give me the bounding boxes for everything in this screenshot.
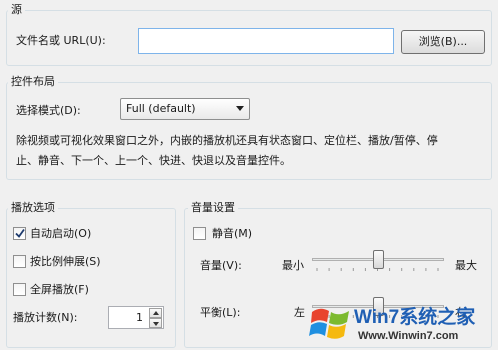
mode-select-value: Full (default) <box>126 102 196 115</box>
mode-label: 选择模式(D): <box>16 104 81 117</box>
play-count-label: 播放计数(N): <box>13 311 78 324</box>
watermark: Win7系统之家 Www.Winwin7.com <box>298 296 498 350</box>
volume-slider[interactable] <box>312 250 444 276</box>
windows-logo-icon <box>309 308 349 339</box>
balance-label: 平衡(L): <box>200 306 241 319</box>
checkmark-icon <box>15 228 25 238</box>
play-count-down-button[interactable] <box>149 318 162 328</box>
watermark-brand: Win7系统之家 <box>354 307 476 328</box>
volume-min-label: 最小 <box>282 259 304 272</box>
fullscreen-label[interactable]: 全屏播放(F) <box>30 283 89 297</box>
chevron-down-icon <box>236 106 244 111</box>
url-label: 文件名或 URL(U): <box>16 34 106 47</box>
volume-settings-group-title: 音量设置 <box>188 201 238 215</box>
volume-slider-thumb[interactable] <box>373 250 384 269</box>
playback-options-group-title: 播放选项 <box>8 201 58 215</box>
mute-label[interactable]: 静音(M) <box>212 227 252 241</box>
play-count-value: 1 <box>136 311 143 324</box>
stretch-label[interactable]: 按比例伸展(S) <box>30 255 101 269</box>
mode-description-line2: 止、静音、下一个、上一个、快进、快退以及音量控件。 <box>16 154 291 167</box>
source-group-title: 源 <box>8 3 25 17</box>
volume-max-label: 最大 <box>455 259 477 272</box>
browse-button[interactable]: 浏览(B)... <box>401 30 485 54</box>
arrow-up-icon <box>153 311 159 315</box>
url-input[interactable] <box>138 28 394 54</box>
arrow-down-icon <box>153 322 159 326</box>
fullscreen-checkbox[interactable] <box>13 283 26 296</box>
mode-description-line1: 除视频或可视化效果窗口之外，内嵌的播放机还具有状态窗口、定位栏、播放/暂停、停 <box>16 134 438 147</box>
play-count-up-button[interactable] <box>149 308 162 318</box>
mode-select[interactable]: Full (default) <box>120 98 250 120</box>
volume-label: 音量(V): <box>200 259 242 272</box>
control-layout-group-title: 控件布局 <box>8 75 58 89</box>
autostart-label[interactable]: 自动启动(O) <box>30 227 91 241</box>
autostart-checkbox[interactable] <box>13 227 26 240</box>
watermark-url: Www.Winwin7.com <box>358 330 459 342</box>
play-count-input[interactable]: 1 <box>108 306 164 329</box>
stretch-checkbox[interactable] <box>13 255 26 268</box>
mute-checkbox[interactable] <box>193 227 206 240</box>
